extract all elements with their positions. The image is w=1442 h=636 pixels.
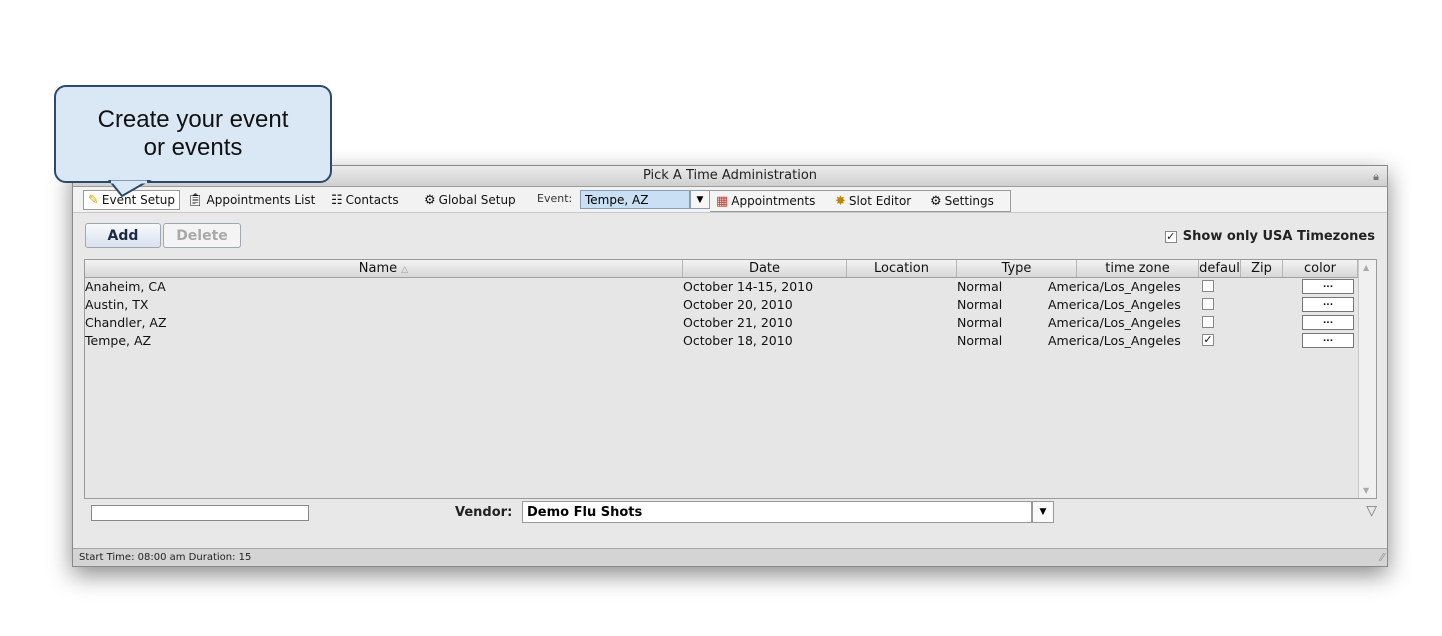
cell-name: Anaheim, CA (85, 279, 166, 294)
scroll-up-icon[interactable]: ▲ (1363, 263, 1369, 272)
color-picker-button[interactable]: ... (1302, 333, 1354, 348)
delete-button[interactable]: Delete (163, 223, 241, 248)
window-title: Pick A Time Administration (642, 168, 818, 183)
default-checkbox[interactable] (1202, 316, 1214, 328)
default-checkbox[interactable]: ✓ (1202, 334, 1214, 346)
chevron-down-icon[interactable]: ▼ (690, 190, 710, 209)
table-row[interactable]: Chandler, AZ October 21, 2010 Normal Ame… (85, 314, 1358, 332)
callout-pointer (107, 180, 152, 198)
main-tab-bar: ✎ Event Setup 📋︎ Appointments List ☷ Contac… (73, 187, 1387, 213)
tab-label: Appointments List (206, 193, 316, 207)
color-picker-button[interactable]: ... (1302, 315, 1354, 330)
bottom-bar: Vendor: Demo Flu Shots ▼ ▽ (73, 499, 1387, 529)
cell-date: October 18, 2010 (683, 333, 793, 348)
progress-bar (91, 505, 309, 521)
table-row[interactable]: Anaheim, CA October 14-15, 2010 Normal A… (85, 278, 1358, 296)
calendar-icon: ▦ (716, 194, 729, 209)
tab-label: Slot Editor (848, 194, 912, 208)
color-picker-button[interactable]: ... (1302, 297, 1354, 312)
cell-type: Normal (957, 333, 1003, 348)
event-select[interactable]: Tempe, AZ (580, 190, 690, 209)
vendor-label: Vendor: (455, 505, 513, 520)
tab-appointments[interactable]: ▦ Appointments (716, 192, 815, 210)
color-picker-button[interactable]: ... (1302, 279, 1354, 294)
cell-type: Normal (957, 315, 1003, 330)
status-text: Start Time: 08:00 am Duration: 15 (79, 552, 252, 563)
usa-timezones-checkbox[interactable]: ✓ (1164, 230, 1177, 243)
cell-type: Normal (957, 279, 1003, 294)
tab-appointments-list[interactable]: 📋︎ Appointments List (187, 191, 315, 209)
events-table: Name △ Date Location Type time zone defa… (84, 259, 1377, 499)
column-header-label: Name (358, 261, 398, 276)
status-bar: Start Time: 08:00 am Duration: 15 ⁄⁄ (73, 548, 1387, 566)
tab-label: Settings (944, 194, 994, 208)
vendor-select[interactable]: Demo Flu Shots (522, 501, 1032, 523)
cell-name: Tempe, AZ (85, 333, 152, 348)
filter-icon[interactable]: ▽ (1366, 503, 1377, 519)
contacts-icon: ☷ (331, 193, 343, 208)
cell-date: October 14-15, 2010 (683, 279, 814, 294)
cell-date: October 21, 2010 (683, 315, 793, 330)
chevron-down-icon[interactable]: ▼ (1032, 501, 1054, 523)
cell-type: Normal (957, 297, 1003, 312)
cell-name: Austin, TX (85, 297, 149, 312)
cell-date: October 20, 2010 (683, 297, 793, 312)
scroll-down-icon[interactable]: ▼ (1363, 486, 1369, 495)
settings-icon: ⚙ (930, 194, 942, 209)
event-label: Event: (537, 192, 573, 205)
column-header-date[interactable]: Date (683, 260, 847, 277)
default-checkbox[interactable] (1202, 280, 1214, 292)
tab-global-setup[interactable]: ⚙ Global Setup (424, 191, 516, 209)
cell-timezone: America/Los_Angeles (1048, 333, 1181, 348)
tab-label: Global Setup (438, 193, 516, 207)
table-row[interactable]: Austin, TX October 20, 2010 Normal Ameri… (85, 296, 1358, 314)
toolbar: Add Delete ✓ Show only USA Timezones (73, 215, 1387, 255)
tab-label: Appointments (731, 194, 816, 208)
column-header-zip[interactable]: Zip (1241, 260, 1283, 277)
table-header: Name △ Date Location Type time zone defa… (85, 260, 1358, 278)
cell-timezone: America/Los_Angeles (1048, 297, 1181, 312)
lock-icon: 🔒︎ (1373, 170, 1379, 183)
tab-contacts[interactable]: ☷ Contacts (331, 191, 399, 209)
resize-grip-icon[interactable]: ⁄⁄ (1380, 549, 1384, 566)
tab-label: Contacts (345, 193, 399, 207)
cell-name: Chandler, AZ (85, 315, 167, 330)
tab-slot-editor[interactable]: ✸ Slot Editor (835, 192, 911, 210)
app-window: Pick A Time Administration 🔒︎ ✎ Event Set… (72, 165, 1388, 567)
add-button[interactable]: Add (85, 223, 161, 248)
column-header-type[interactable]: Type (957, 260, 1077, 277)
column-header-color[interactable]: color (1283, 260, 1358, 277)
column-header-name[interactable]: Name △ (85, 260, 683, 277)
usa-timezones-label: Show only USA Timezones (1182, 229, 1375, 244)
column-header-default[interactable]: defaul (1199, 260, 1241, 277)
event-subtab-bar: ▦ Appointments ✸ Slot Editor ⚙ Settings (710, 190, 1011, 212)
column-header-location[interactable]: Location (847, 260, 957, 277)
default-checkbox[interactable] (1202, 298, 1214, 310)
gear-icon: ⚙ (424, 193, 436, 208)
table-row[interactable]: Tempe, AZ October 18, 2010 Normal Americ… (85, 332, 1358, 350)
slot-editor-icon: ✸ (835, 194, 846, 209)
cell-timezone: America/Los_Angeles (1048, 315, 1181, 330)
table-scrollbar[interactable]: ▲ ▼ (1358, 260, 1376, 498)
usa-timezones-toggle[interactable]: ✓ Show only USA Timezones (1164, 229, 1375, 244)
cell-timezone: America/Los_Angeles (1048, 279, 1181, 294)
sort-ascending-icon: △ (401, 265, 409, 275)
tab-settings[interactable]: ⚙ Settings (930, 192, 994, 210)
column-header-timezone[interactable]: time zone (1077, 260, 1199, 277)
